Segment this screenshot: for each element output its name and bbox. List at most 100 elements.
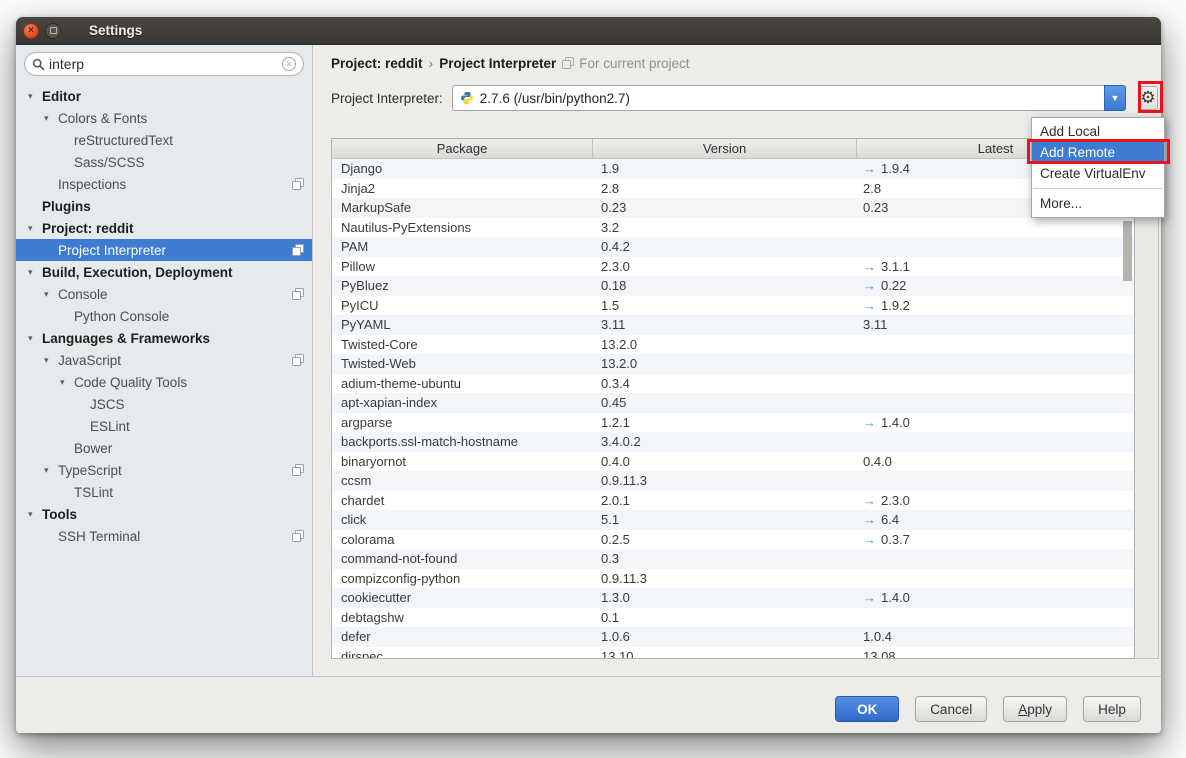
table-row[interactable]: defer1.0.61.0.4 xyxy=(332,627,1134,647)
table-row[interactable]: chardet2.0.1→2.3.0 xyxy=(332,491,1134,511)
version-cell: 3.4.0.2 xyxy=(593,432,857,452)
table-row[interactable]: argparse1.2.1→1.4.0 xyxy=(332,413,1134,433)
table-row[interactable]: debtagshw0.1 xyxy=(332,608,1134,628)
table-row[interactable]: PAM0.4.2 xyxy=(332,237,1134,257)
table-row[interactable]: Django1.9→1.9.4 xyxy=(332,159,1134,179)
table-row[interactable]: Twisted-Core13.2.0 xyxy=(332,335,1134,355)
sidebar-item-bower[interactable]: Bower xyxy=(16,437,312,459)
sidebar-item-label: SSH Terminal xyxy=(58,529,140,544)
search-box: × xyxy=(24,52,304,76)
sidebar-item-label: Project: reddit xyxy=(42,221,134,236)
expand-arrow-icon[interactable]: ▾ xyxy=(44,355,58,366)
expand-arrow-icon[interactable]: ▾ xyxy=(44,465,58,476)
sidebar-item-console[interactable]: ▾Console xyxy=(16,283,312,305)
version-cell: 2.8 xyxy=(593,179,857,199)
expand-arrow-icon[interactable]: ▾ xyxy=(28,91,42,102)
sidebar-item-inspections[interactable]: Inspections xyxy=(16,173,312,195)
expand-arrow-icon[interactable]: ▾ xyxy=(28,267,42,278)
table-row[interactable]: cookiecutter1.3.0→1.4.0 xyxy=(332,588,1134,608)
apply-button[interactable]: Apply xyxy=(1003,696,1067,722)
menu-item-add-remote[interactable]: Add Remote xyxy=(1032,142,1164,163)
menu-item-add-local[interactable]: Add Local xyxy=(1032,121,1164,142)
table-row[interactable]: colorama0.2.5→0.3.7 xyxy=(332,530,1134,550)
sidebar-item-project-reddit[interactable]: ▾Project: reddit xyxy=(16,217,312,239)
sidebar-item-eslint[interactable]: ESLint xyxy=(16,415,312,437)
sidebar-item-project-interpreter[interactable]: Project Interpreter xyxy=(16,239,312,261)
table-row[interactable]: MarkupSafe0.230.23 xyxy=(332,198,1134,218)
interpreter-value-text: 2.7.6 (/usr/bin/python2.7) xyxy=(480,91,630,106)
latest-version-cell xyxy=(857,471,1134,491)
expand-arrow-icon[interactable]: ▾ xyxy=(60,377,74,388)
sidebar-item-jscs[interactable]: JSCS xyxy=(16,393,312,415)
column-header-package[interactable]: Package xyxy=(332,139,593,158)
version-cell: 13.2.0 xyxy=(593,354,857,374)
expand-arrow-icon[interactable]: ▾ xyxy=(44,113,58,124)
version-cell: 0.4.0 xyxy=(593,452,857,472)
close-button[interactable]: × xyxy=(23,23,39,39)
combobox-dropdown-button[interactable]: ▼ xyxy=(1104,85,1126,111)
table-row[interactable]: Pillow2.3.0→3.1.1 xyxy=(332,257,1134,277)
vertical-scrollbar-thumb[interactable] xyxy=(1123,221,1132,281)
table-row[interactable]: compizconfig-python0.9.11.3 xyxy=(332,569,1134,589)
sidebar-item-plugins[interactable]: Plugins xyxy=(16,195,312,217)
latest-version-cell xyxy=(857,608,1134,628)
column-header-version[interactable]: Version xyxy=(593,139,857,158)
sidebar-item-editor[interactable]: ▾Editor xyxy=(16,85,312,107)
table-row[interactable]: apt-xapian-index0.45 xyxy=(332,393,1134,413)
table-row[interactable]: Jinja22.82.8 xyxy=(332,179,1134,199)
window-title: Settings xyxy=(89,23,142,38)
sidebar-item-code-quality-tools[interactable]: ▾Code Quality Tools xyxy=(16,371,312,393)
sidebar-item-languages-frameworks[interactable]: ▾Languages & Frameworks xyxy=(16,327,312,349)
table-row[interactable]: Nautilus-PyExtensions3.2 xyxy=(332,218,1134,238)
sidebar-item-ssh-terminal[interactable]: SSH Terminal xyxy=(16,525,312,547)
help-button[interactable]: Help xyxy=(1083,696,1141,722)
table-row[interactable]: adium-theme-ubuntu0.3.4 xyxy=(332,374,1134,394)
package-name-cell: Twisted-Web xyxy=(332,354,593,374)
expand-arrow-icon[interactable]: ▾ xyxy=(28,223,42,234)
interpreter-settings-button[interactable]: ⚙ xyxy=(1138,86,1158,110)
interpreter-combobox[interactable]: 2.7.6 (/usr/bin/python2.7) ▼ xyxy=(452,85,1126,111)
table-row[interactable]: PyYAML3.113.11 xyxy=(332,315,1134,335)
table-row[interactable]: PyBluez0.18→0.22 xyxy=(332,276,1134,296)
menu-item-more[interactable]: More... xyxy=(1032,193,1164,214)
sidebar-item-build-execution-deployment[interactable]: ▾Build, Execution, Deployment xyxy=(16,261,312,283)
breadcrumb-separator-icon: › xyxy=(429,55,434,71)
for-current-project-label: For current project xyxy=(579,56,689,71)
sidebar-item-tslint[interactable]: TSLint xyxy=(16,481,312,503)
table-header: PackageVersionLatest xyxy=(332,139,1134,159)
interpreter-row: Project Interpreter: 2.7.6 (/usr/bin/pyt… xyxy=(331,85,1158,111)
table-row[interactable]: command-not-found0.3 xyxy=(332,549,1134,569)
python-icon xyxy=(460,91,474,105)
package-name-cell: adium-theme-ubuntu xyxy=(332,374,593,394)
version-cell: 0.3.4 xyxy=(593,374,857,394)
clear-search-icon[interactable]: × xyxy=(282,57,296,71)
search-input[interactable] xyxy=(49,56,282,72)
maximize-button[interactable] xyxy=(45,23,61,39)
expand-arrow-icon[interactable]: ▾ xyxy=(28,333,42,344)
expand-arrow-icon[interactable]: ▾ xyxy=(28,509,42,520)
breadcrumb-project[interactable]: Project: reddit xyxy=(331,56,423,71)
sidebar-item-javascript[interactable]: ▾JavaScript xyxy=(16,349,312,371)
table-row[interactable]: dirspec13.1013.08 xyxy=(332,647,1134,660)
interpreter-selected-value[interactable]: 2.7.6 (/usr/bin/python2.7) xyxy=(452,85,1104,111)
sidebar-item-label: JavaScript xyxy=(58,353,121,368)
sidebar-item-python-console[interactable]: Python Console xyxy=(16,305,312,327)
ok-button[interactable]: OK xyxy=(835,696,899,722)
sidebar-item-typescript[interactable]: ▾TypeScript xyxy=(16,459,312,481)
sidebar-item-tools[interactable]: ▾Tools xyxy=(16,503,312,525)
sidebar-item-restructuredtext[interactable]: reStructuredText xyxy=(16,129,312,151)
menu-item-create-virtualenv[interactable]: Create VirtualEnv xyxy=(1032,163,1164,184)
cancel-button[interactable]: Cancel xyxy=(915,696,987,722)
sidebar-item-label: Project Interpreter xyxy=(58,243,166,258)
expand-arrow-icon[interactable]: ▾ xyxy=(44,289,58,300)
table-row[interactable]: ccsm0.9.11.3 xyxy=(332,471,1134,491)
for-current-project-note: For current project xyxy=(562,56,689,71)
table-row[interactable]: Twisted-Web13.2.0 xyxy=(332,354,1134,374)
sidebar-item-colors-fonts[interactable]: ▾Colors & Fonts xyxy=(16,107,312,129)
package-name-cell: Django xyxy=(332,159,593,179)
table-row[interactable]: PyICU1.5→1.9.2 xyxy=(332,296,1134,316)
table-row[interactable]: backports.ssl-match-hostname3.4.0.2 xyxy=(332,432,1134,452)
table-row[interactable]: binaryornot0.4.00.4.0 xyxy=(332,452,1134,472)
sidebar-item-sass-scss[interactable]: Sass/SCSS xyxy=(16,151,312,173)
table-row[interactable]: click5.1→6.4 xyxy=(332,510,1134,530)
